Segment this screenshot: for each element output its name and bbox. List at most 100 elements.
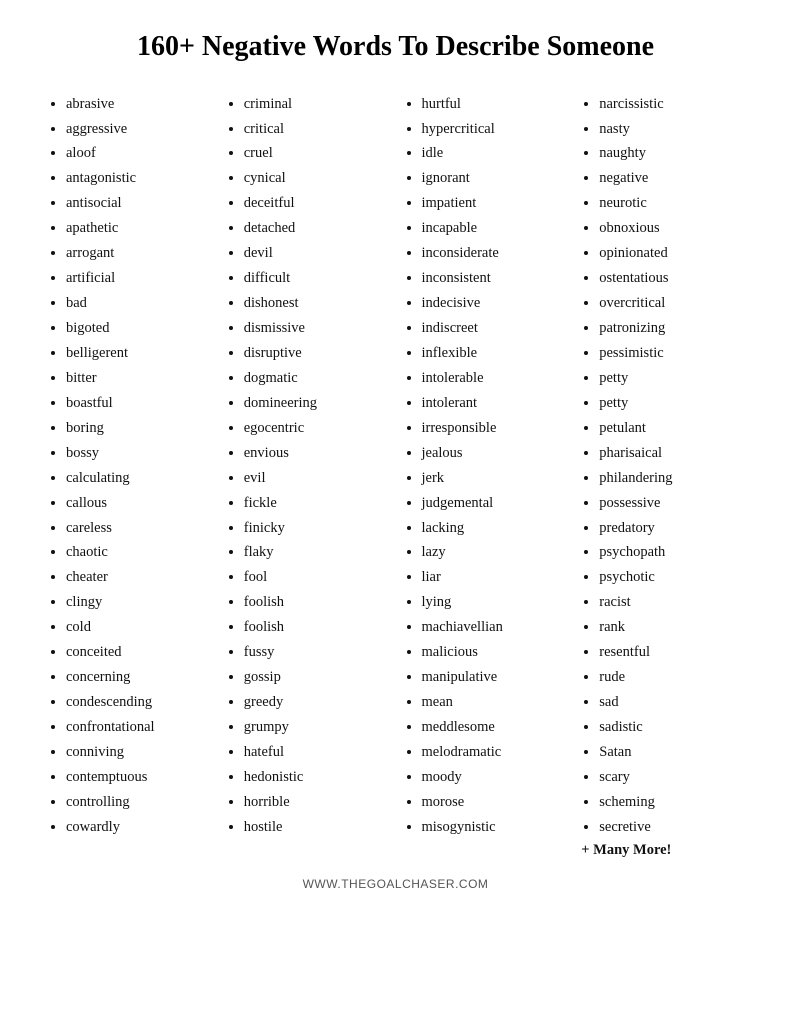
- list-item: judgemental: [422, 491, 566, 516]
- list-item: rude: [599, 665, 743, 690]
- list-item: Satan: [599, 740, 743, 765]
- list-item: pessimistic: [599, 341, 743, 366]
- list-item: philandering: [599, 466, 743, 491]
- list-item: conceited: [66, 640, 210, 665]
- list-item: pharisaical: [599, 441, 743, 466]
- list-item: antagonistic: [66, 166, 210, 191]
- list-item: concerning: [66, 665, 210, 690]
- list-item: jealous: [422, 441, 566, 466]
- list-item: greedy: [244, 690, 388, 715]
- list-item: malicious: [422, 640, 566, 665]
- list-item: horrible: [244, 790, 388, 815]
- list-item: grumpy: [244, 715, 388, 740]
- list-item: bigoted: [66, 316, 210, 341]
- list-item: psychopath: [599, 540, 743, 565]
- column-2: criminalcriticalcruelcynicaldeceitfuldet…: [218, 92, 396, 859]
- column-4: narcissisticnastynaughtynegativeneurotic…: [573, 92, 751, 859]
- list-item: dismissive: [244, 316, 388, 341]
- list-item: fussy: [244, 640, 388, 665]
- list-item: apathetic: [66, 216, 210, 241]
- list-item: cynical: [244, 166, 388, 191]
- list-item: overcritical: [599, 291, 743, 316]
- list-item: mean: [422, 690, 566, 715]
- list-item: foolish: [244, 615, 388, 640]
- list-item: inconsistent: [422, 266, 566, 291]
- list-item: obnoxious: [599, 216, 743, 241]
- list-item: deceitful: [244, 191, 388, 216]
- list-item: indecisive: [422, 291, 566, 316]
- list-item: domineering: [244, 391, 388, 416]
- list-item: cowardly: [66, 815, 210, 840]
- list-item: rank: [599, 615, 743, 640]
- list-item: petty: [599, 391, 743, 416]
- list-item: idle: [422, 141, 566, 166]
- column-1-list: abrasiveaggressivealoofantagonisticantis…: [48, 92, 210, 840]
- list-item: egocentric: [244, 416, 388, 441]
- list-item: finicky: [244, 516, 388, 541]
- list-item: secretive: [599, 815, 743, 840]
- list-item: hypercritical: [422, 117, 566, 142]
- column-4-list: narcissisticnastynaughtynegativeneurotic…: [581, 92, 743, 840]
- word-columns: abrasiveaggressivealoofantagonisticantis…: [40, 92, 751, 859]
- list-item: lazy: [422, 540, 566, 565]
- list-item: morose: [422, 790, 566, 815]
- list-item: jerk: [422, 466, 566, 491]
- list-item: callous: [66, 491, 210, 516]
- list-item: indiscreet: [422, 316, 566, 341]
- list-item: nasty: [599, 117, 743, 142]
- list-item: narcissistic: [599, 92, 743, 117]
- list-item: boring: [66, 416, 210, 441]
- list-item: gossip: [244, 665, 388, 690]
- list-item: moody: [422, 765, 566, 790]
- list-item: fool: [244, 565, 388, 590]
- list-item: clingy: [66, 590, 210, 615]
- list-item: bad: [66, 291, 210, 316]
- list-item: boastful: [66, 391, 210, 416]
- list-item: confrontational: [66, 715, 210, 740]
- list-item: liar: [422, 565, 566, 590]
- list-item: cold: [66, 615, 210, 640]
- list-item: evil: [244, 466, 388, 491]
- list-item: naughty: [599, 141, 743, 166]
- list-item: neurotic: [599, 191, 743, 216]
- list-item: envious: [244, 441, 388, 466]
- list-item: abrasive: [66, 92, 210, 117]
- more-label: + Many More!: [581, 842, 743, 859]
- list-item: racist: [599, 590, 743, 615]
- list-item: aloof: [66, 141, 210, 166]
- list-item: disruptive: [244, 341, 388, 366]
- list-item: misogynistic: [422, 815, 566, 840]
- list-item: resentful: [599, 640, 743, 665]
- list-item: artificial: [66, 266, 210, 291]
- list-item: hedonistic: [244, 765, 388, 790]
- list-item: dishonest: [244, 291, 388, 316]
- list-item: dogmatic: [244, 366, 388, 391]
- list-item: criminal: [244, 92, 388, 117]
- list-item: irresponsible: [422, 416, 566, 441]
- list-item: detached: [244, 216, 388, 241]
- list-item: sadistic: [599, 715, 743, 740]
- list-item: antisocial: [66, 191, 210, 216]
- list-item: melodramatic: [422, 740, 566, 765]
- list-item: psychotic: [599, 565, 743, 590]
- list-item: belligerent: [66, 341, 210, 366]
- list-item: controlling: [66, 790, 210, 815]
- list-item: difficult: [244, 266, 388, 291]
- column-2-list: criminalcriticalcruelcynicaldeceitfuldet…: [226, 92, 388, 840]
- list-item: petulant: [599, 416, 743, 441]
- list-item: critical: [244, 117, 388, 142]
- list-item: incapable: [422, 216, 566, 241]
- list-item: impatient: [422, 191, 566, 216]
- column-3-list: hurtfulhypercriticalidleignorantimpatien…: [404, 92, 566, 840]
- list-item: careless: [66, 516, 210, 541]
- list-item: foolish: [244, 590, 388, 615]
- list-item: intolerant: [422, 391, 566, 416]
- list-item: patronizing: [599, 316, 743, 341]
- list-item: lacking: [422, 516, 566, 541]
- list-item: opinionated: [599, 241, 743, 266]
- list-item: ignorant: [422, 166, 566, 191]
- list-item: aggressive: [66, 117, 210, 142]
- list-item: conniving: [66, 740, 210, 765]
- list-item: manipulative: [422, 665, 566, 690]
- list-item: sad: [599, 690, 743, 715]
